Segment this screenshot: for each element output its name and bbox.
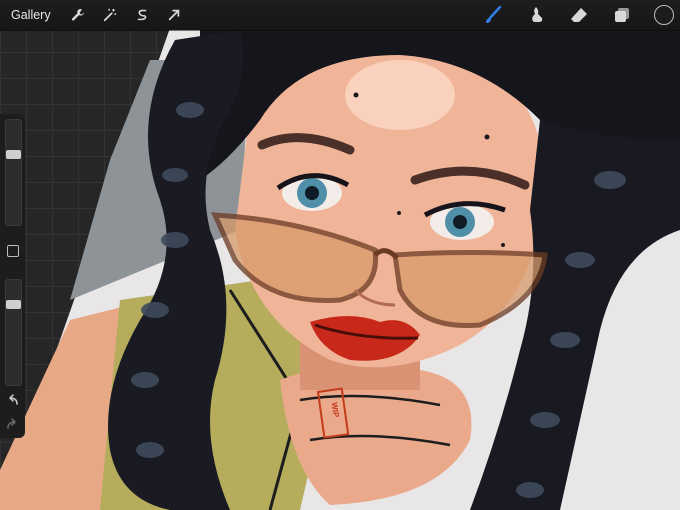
- smudge-tool-button[interactable]: [525, 4, 547, 26]
- opacity-slider[interactable]: [5, 279, 22, 386]
- modify-button[interactable]: [7, 245, 19, 257]
- mole-2: [484, 134, 490, 140]
- artwork-canvas[interactable]: WIP: [0, 0, 680, 510]
- selection-button[interactable]: [131, 4, 153, 26]
- layers-icon: [615, 8, 629, 22]
- mole-4: [501, 243, 505, 247]
- top-toolbar: Gallery: [0, 0, 680, 30]
- gallery-button[interactable]: Gallery: [11, 8, 51, 22]
- magic-wand-icon: [103, 8, 116, 22]
- actions-button[interactable]: [67, 4, 89, 26]
- right-toolbar: [482, 0, 680, 30]
- left-sidebar: [0, 114, 25, 438]
- brush-icon: [486, 6, 502, 23]
- right-pupil: [453, 215, 467, 229]
- eraser-tool-button[interactable]: [568, 4, 590, 26]
- brush-size-slider[interactable]: [5, 119, 22, 226]
- selection-icon: [137, 9, 146, 21]
- wrench-icon: [71, 8, 84, 21]
- opacity-thumb[interactable]: [6, 300, 21, 309]
- mole-1: [353, 92, 359, 98]
- transform-arrow-icon: [168, 9, 179, 21]
- smudge-icon: [532, 7, 543, 22]
- brush-size-thumb[interactable]: [6, 150, 21, 159]
- eraser-icon: [571, 8, 587, 22]
- brush-tool-button[interactable]: [482, 4, 504, 26]
- color-picker-button[interactable]: [654, 5, 674, 25]
- redo-icon[interactable]: [5, 418, 20, 430]
- layers-button[interactable]: [611, 4, 633, 26]
- adjustments-button[interactable]: [99, 4, 121, 26]
- undo-icon[interactable]: [5, 394, 20, 406]
- transform-button[interactable]: [163, 4, 185, 26]
- left-pupil: [305, 186, 319, 200]
- forehead-highlight: [345, 60, 455, 130]
- mole-3: [397, 211, 401, 215]
